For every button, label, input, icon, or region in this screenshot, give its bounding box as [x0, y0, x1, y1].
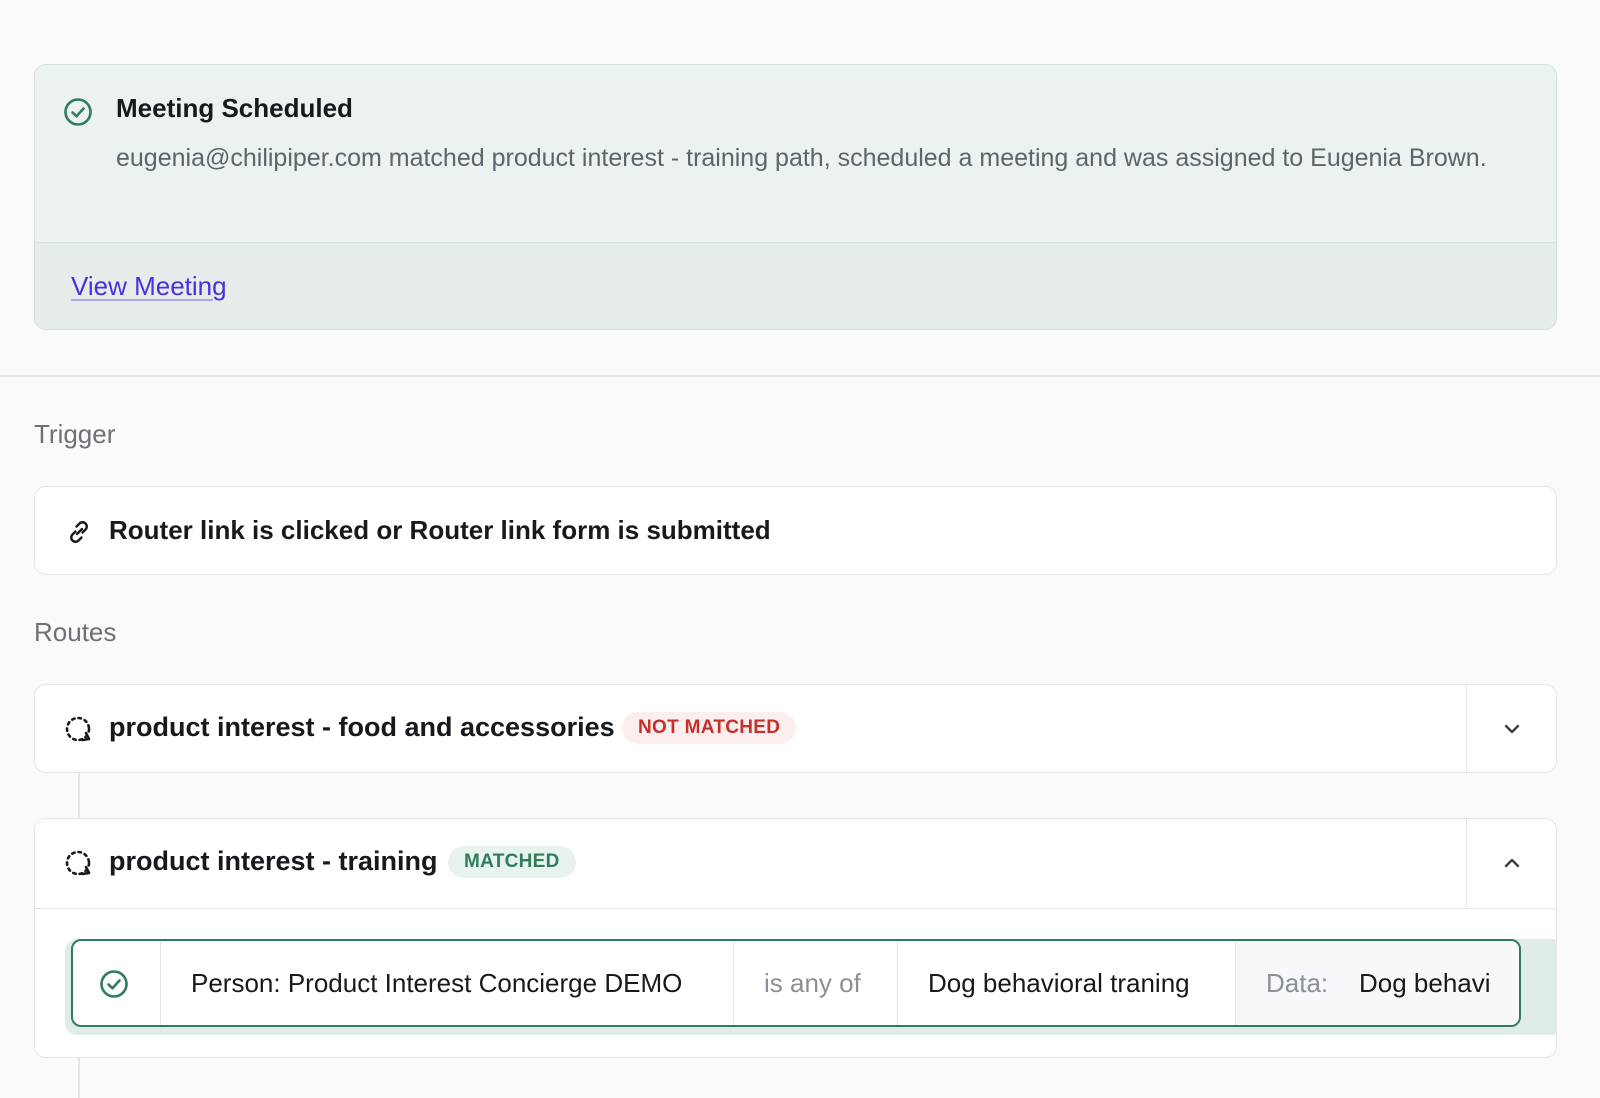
- section-divider: [0, 375, 1600, 377]
- check-circle-icon: [64, 98, 92, 126]
- condition-value: Dog behavioral traning: [898, 941, 1236, 1025]
- trigger-text: Router link is clicked or Router link fo…: [109, 515, 771, 545]
- status-badge-not-matched: NOT MATCHED: [622, 712, 797, 744]
- view-meeting-link[interactable]: View Meeting: [71, 271, 227, 302]
- route-details: Person: Product Interest Concierge DEMO …: [35, 908, 1556, 1054]
- condition-status-cell: [73, 941, 161, 1025]
- condition-data-label: Data:: [1266, 968, 1329, 998]
- top-section: Meeting Scheduled eugenia@chilipiper.com…: [0, 0, 1600, 376]
- route-header[interactable]: product interest - food and accessories …: [35, 685, 1556, 772]
- chevron-up-icon[interactable]: [1500, 851, 1524, 875]
- trigger-section-label: Trigger: [34, 419, 116, 449]
- meeting-scheduled-alert: Meeting Scheduled eugenia@chilipiper.com…: [34, 64, 1557, 330]
- routes-section-label: Routes: [34, 617, 117, 647]
- trigger-card: Router link is clicked or Router link fo…: [34, 486, 1557, 575]
- route-connector: [78, 1058, 80, 1098]
- alert-body: Meeting Scheduled eugenia@chilipiper.com…: [35, 65, 1556, 243]
- check-circle-icon: [100, 970, 128, 998]
- alert-description: eugenia@chilipiper.com matched product i…: [116, 144, 1487, 172]
- link-icon: [70, 521, 88, 543]
- collapse-toggle[interactable]: [1466, 819, 1556, 907]
- condition-operator: is any of: [734, 941, 898, 1025]
- condition-data-value: Dog behavi: [1359, 968, 1491, 998]
- route-connector: [78, 773, 80, 819]
- condition-field: Person: Product Interest Concierge DEMO: [161, 941, 734, 1025]
- route-card[interactable]: product interest - food and accessories …: [34, 684, 1557, 773]
- expand-toggle[interactable]: [1466, 685, 1556, 772]
- route-icon: [65, 716, 91, 742]
- alert-title: Meeting Scheduled: [116, 93, 353, 123]
- condition-data-cell: Data: Dog behavi: [1236, 941, 1519, 1025]
- route-header[interactable]: product interest - training MATCHED: [35, 819, 1556, 907]
- route-name: product interest - food and accessories: [109, 712, 615, 742]
- condition-highlight: Person: Product Interest Concierge DEMO …: [65, 939, 1556, 1035]
- chevron-down-icon[interactable]: [1500, 717, 1524, 741]
- status-badge-matched: MATCHED: [448, 846, 576, 878]
- route-name: product interest - training: [109, 846, 438, 876]
- route-card[interactable]: product interest - training MATCHED Pers…: [34, 818, 1557, 1058]
- condition-row: Person: Product Interest Concierge DEMO …: [71, 939, 1521, 1027]
- alert-footer: View Meeting: [35, 242, 1556, 329]
- route-icon: [65, 850, 91, 876]
